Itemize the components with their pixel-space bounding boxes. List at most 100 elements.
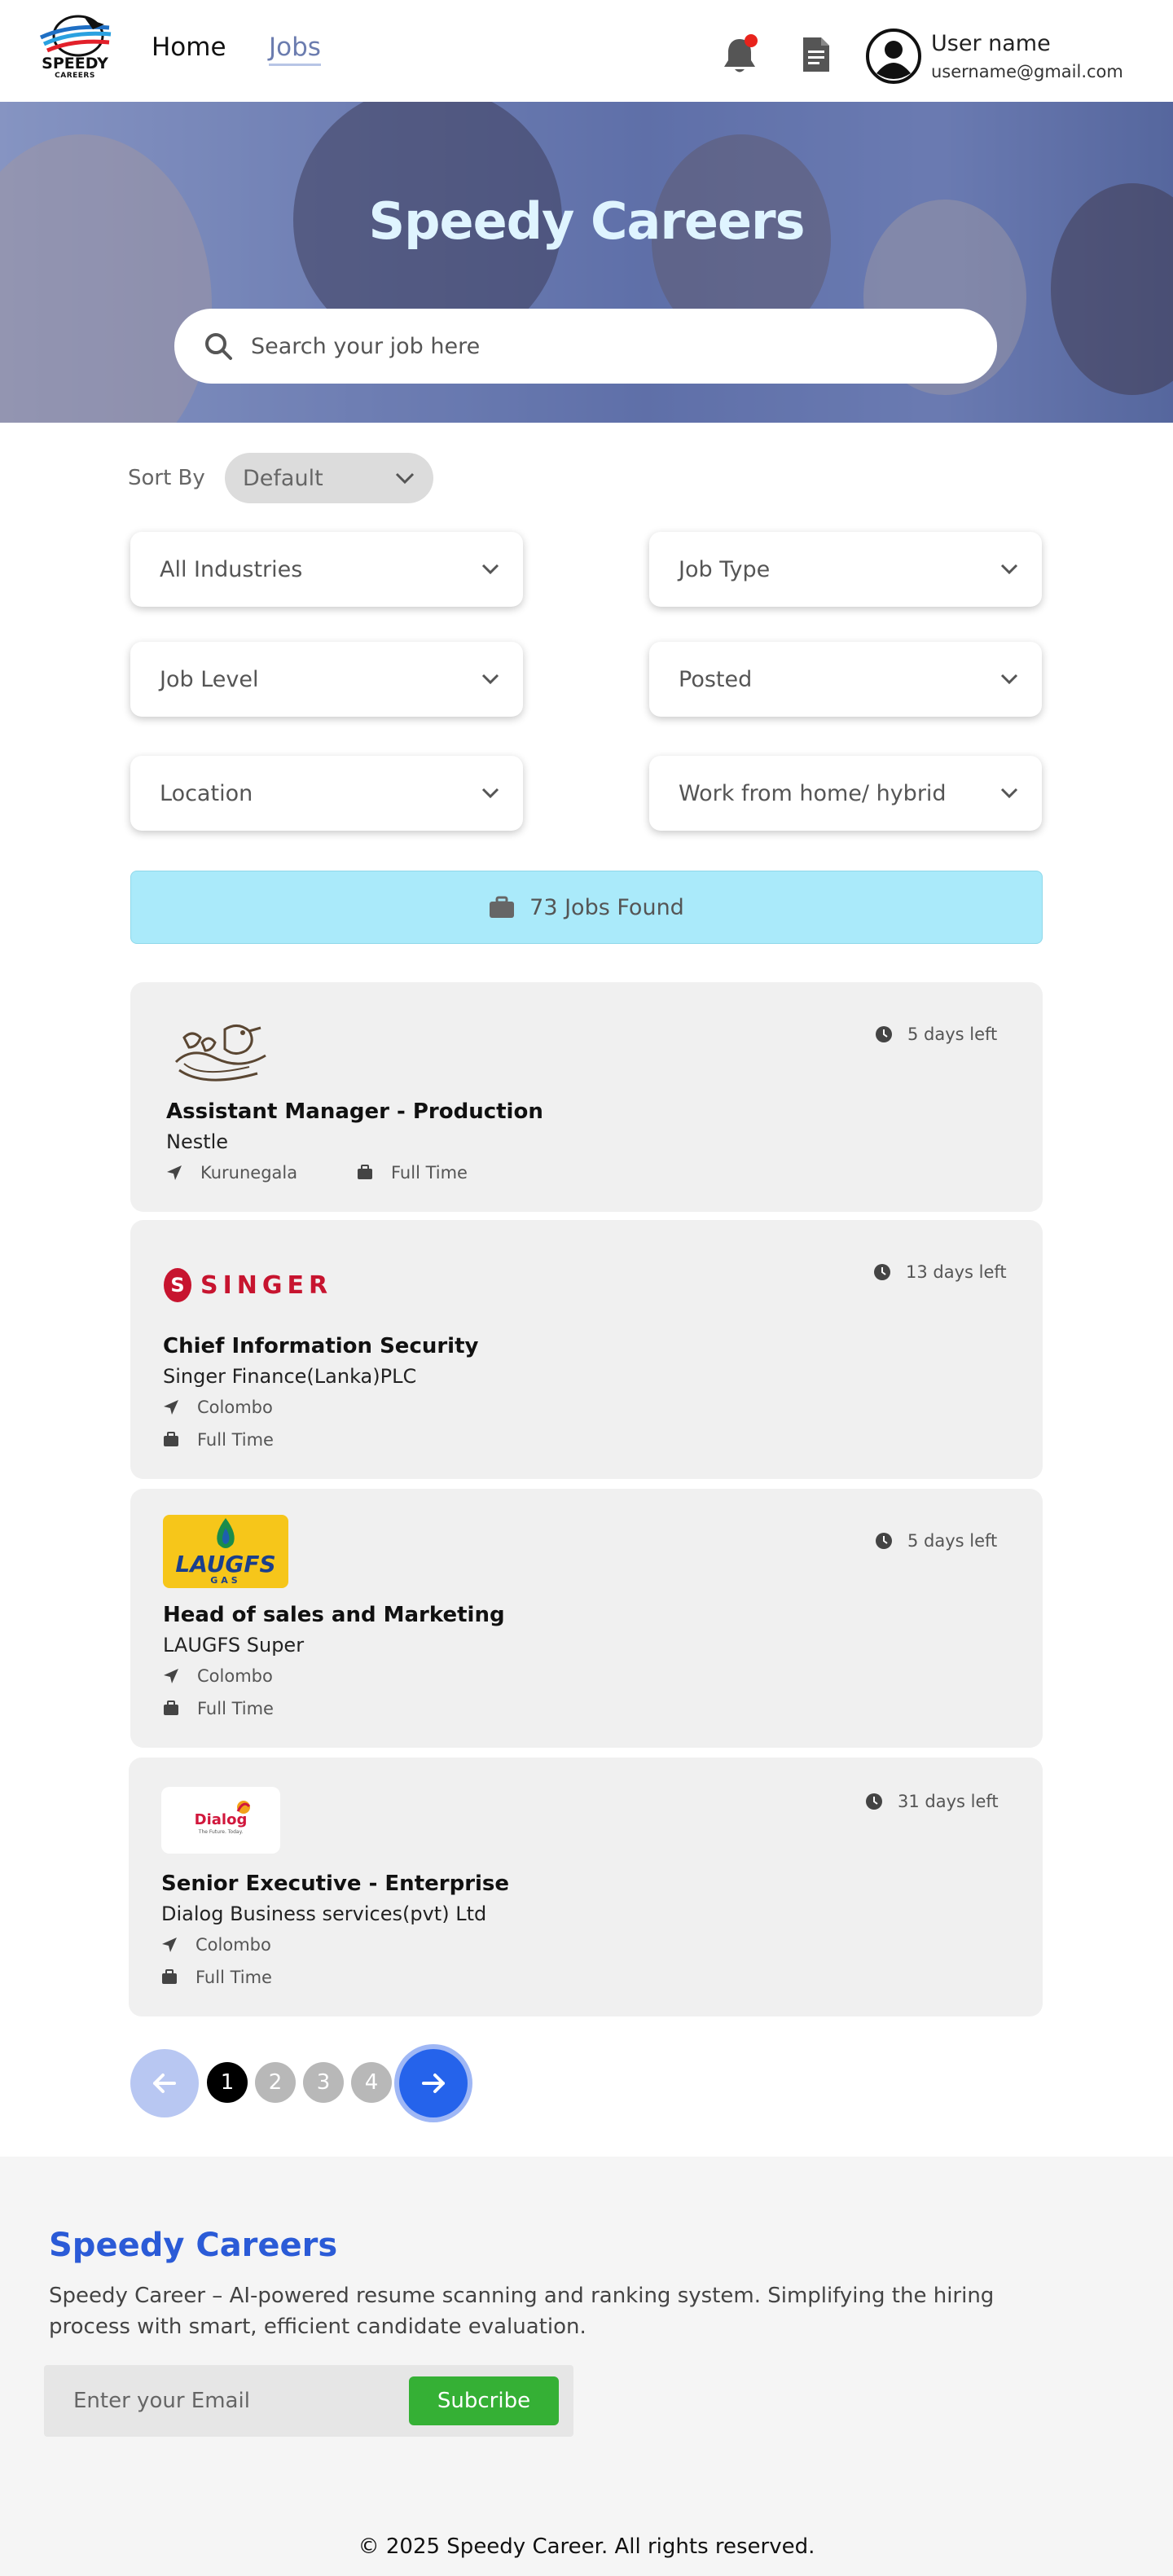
job-card[interactable]: Assistant Manager - Production Nestle Ku…	[130, 982, 1043, 1212]
job-type: Full Time	[163, 1430, 274, 1450]
job-company: LAUGFS Super	[163, 1634, 305, 1657]
svg-text:S: S	[170, 1274, 184, 1297]
laugfs-logo-subtext: GAS	[210, 1575, 241, 1586]
job-location: Colombo	[163, 1398, 273, 1417]
arrow-left-icon	[153, 2074, 176, 2093]
singer-logo: S SINGER	[163, 1267, 332, 1303]
days-left-text: 13 days left	[906, 1262, 1007, 1282]
job-title[interactable]: Head of sales and Marketing	[163, 1603, 505, 1627]
days-left: 5 days left	[875, 1025, 997, 1044]
days-left: 5 days left	[875, 1531, 997, 1551]
footer-title: Speedy Careers	[49, 2227, 338, 2264]
sort-by-value: Default	[243, 465, 323, 491]
clock-icon	[876, 1026, 892, 1042]
briefcase-icon	[162, 1969, 177, 1984]
location-arrow-icon	[167, 1165, 182, 1180]
job-title[interactable]: Assistant Manager - Production	[166, 1099, 543, 1124]
job-location-text: Colombo	[197, 1666, 273, 1686]
location-arrow-icon	[164, 1400, 178, 1415]
arrow-right-icon	[422, 2074, 445, 2093]
days-left-text: 5 days left	[907, 1025, 998, 1044]
job-card[interactable]: LAUGFS GAS Head of sales and Marketing L…	[130, 1489, 1043, 1748]
page-4-button[interactable]: 4	[351, 2062, 392, 2103]
laugfs-logo-text: LAUGFS	[175, 1551, 276, 1578]
laugfs-logo: LAUGFS GAS	[163, 1515, 288, 1588]
location-arrow-icon	[162, 1937, 177, 1952]
job-location-text: Kurunegala	[200, 1163, 298, 1183]
job-title[interactable]: Senior Executive - Enterprise	[161, 1872, 509, 1896]
location-arrow-icon	[164, 1669, 178, 1683]
work-mode-filter-label: Work from home/ hybrid	[679, 780, 947, 806]
newsletter-form: Subcribe	[44, 2365, 573, 2437]
job-type-filter-label: Job Type	[679, 556, 771, 582]
job-type-text: Full Time	[197, 1430, 274, 1450]
industries-filter[interactable]: All Industries	[130, 532, 523, 607]
job-type: Full Time	[161, 1968, 272, 1987]
briefcase-icon	[164, 1432, 178, 1446]
briefcase-icon	[490, 896, 515, 918]
job-company: Dialog Business services(pvt) Ltd	[161, 1902, 487, 1925]
job-type: Full Time	[163, 1699, 274, 1718]
logo-wings-icon	[39, 15, 112, 57]
job-location-text: Colombo	[196, 1935, 271, 1955]
job-search-input[interactable]	[251, 333, 903, 359]
dialog-logo: Dialog The Future. Today.	[161, 1787, 280, 1854]
search-icon	[205, 333, 232, 360]
posted-filter-label: Posted	[679, 666, 753, 692]
location-filter-label: Location	[160, 780, 253, 806]
chevron-down-icon	[481, 788, 499, 799]
briefcase-icon	[358, 1165, 372, 1179]
nav-home-link[interactable]: Home	[152, 33, 226, 62]
job-search-bar[interactable]	[174, 309, 997, 384]
copyright-text: © 2025 Speedy Career. All rights reserve…	[358, 2534, 815, 2559]
nav-jobs-link[interactable]: Jobs	[269, 33, 321, 66]
clock-icon	[866, 1793, 882, 1810]
site-footer: Speedy Careers Speedy Career – AI-powere…	[0, 2157, 1173, 2576]
job-title[interactable]: Chief Information Security	[163, 1334, 478, 1358]
job-level-filter[interactable]: Job Level	[130, 642, 523, 717]
next-page-button[interactable]	[399, 2049, 468, 2117]
industries-filter-label: All Industries	[160, 556, 303, 582]
newsletter-email-input[interactable]	[73, 2389, 383, 2413]
job-company: Singer Finance(Lanka)PLC	[163, 1365, 417, 1388]
clock-icon	[874, 1264, 890, 1280]
job-card[interactable]: S SINGER Chief Information Security Sing…	[130, 1220, 1043, 1479]
days-left: 13 days left	[873, 1262, 1007, 1282]
job-card[interactable]: Dialog The Future. Today. Senior Executi…	[129, 1758, 1043, 2016]
posted-filter[interactable]: Posted	[649, 642, 1042, 717]
clock-icon	[876, 1533, 892, 1549]
job-type-text: Full Time	[391, 1163, 468, 1183]
user-email: username@gmail.com	[931, 62, 1123, 81]
days-left-text: 31 days left	[898, 1792, 999, 1811]
subscribe-button[interactable]: Subcribe	[409, 2376, 559, 2425]
singer-logo-text: SINGER	[200, 1270, 333, 1300]
logo-subtext: CAREERS	[55, 72, 95, 80]
footer-description: Speedy Career – AI-powered resume scanni…	[49, 2284, 995, 2339]
user-avatar-icon[interactable]	[865, 28, 922, 85]
chevron-down-icon	[395, 472, 415, 485]
previous-page-button[interactable]	[130, 2049, 199, 2117]
flame-drop-icon	[217, 1518, 235, 1548]
chevron-down-icon	[1000, 674, 1018, 685]
location-filter[interactable]: Location	[130, 756, 523, 831]
document-icon[interactable]	[800, 36, 833, 73]
chevron-down-icon	[1000, 564, 1018, 575]
notification-dot-icon	[745, 34, 758, 47]
work-mode-filter[interactable]: Work from home/ hybrid	[649, 756, 1042, 831]
job-type-filter[interactable]: Job Type	[649, 532, 1042, 607]
job-location: Kurunegala	[166, 1163, 297, 1183]
chevron-down-icon	[481, 674, 499, 685]
jobs-found-banner: 73 Jobs Found	[130, 871, 1043, 944]
job-level-filter-label: Job Level	[160, 666, 259, 692]
chevron-down-icon	[481, 564, 499, 575]
speedy-careers-logo[interactable]: SPEEDY CAREERS	[36, 13, 114, 88]
sort-by-dropdown[interactable]: Default	[225, 453, 433, 503]
job-location: Colombo	[161, 1935, 271, 1955]
page-1-button[interactable]: 1	[207, 2062, 248, 2103]
page-2-button[interactable]: 2	[255, 2062, 296, 2103]
jobs-found-text: 73 Jobs Found	[529, 894, 684, 920]
dialog-logo-text: Dialog	[194, 1811, 248, 1828]
job-type-text: Full Time	[197, 1699, 274, 1718]
job-company: Nestle	[166, 1130, 229, 1153]
page-3-button[interactable]: 3	[303, 2062, 344, 2103]
